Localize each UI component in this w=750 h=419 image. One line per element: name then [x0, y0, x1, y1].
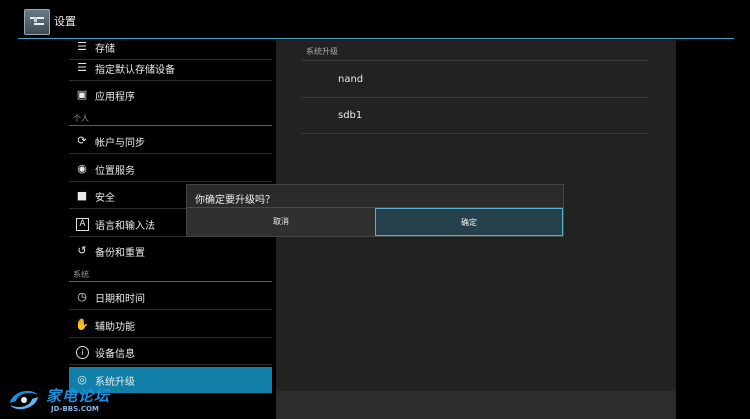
dialog-title: 你确定要升级吗？ [195, 195, 275, 206]
menu-item-accounts[interactable]: ⟳ 帐户与同步 [69, 128, 272, 154]
menu-item-label: 应用程序 [95, 92, 135, 103]
hand-icon: ✋ [75, 318, 89, 331]
section-divider [302, 60, 648, 61]
option-sdb1[interactable]: sdb1 [338, 110, 362, 121]
menu-item-label: 帐户与同步 [95, 138, 145, 149]
menu-item-date-time[interactable]: ◷ 日期和时间 [69, 284, 272, 310]
menu-item-apps[interactable]: ▣ 应用程序 [69, 82, 272, 108]
menu-item-label: 存储 [95, 44, 115, 55]
menu-item-location[interactable]: ◉ 位置服务 [69, 156, 272, 182]
menu-item-about[interactable]: i 设备信息 [69, 339, 272, 365]
storage-icon: ☰ [77, 61, 87, 74]
confirm-button[interactable]: 确定 [375, 208, 563, 236]
list-divider [302, 133, 648, 134]
settings-sliders-icon[interactable] [24, 9, 50, 35]
watermark-url: JD-BBS.COM [51, 405, 99, 413]
section-header-personal: 个人 [73, 114, 89, 123]
menu-item-label: 安全 [95, 193, 115, 204]
menu-item-label: 指定默认存储设备 [95, 65, 175, 76]
menu-item-label: 设备信息 [95, 349, 135, 360]
location-icon: ◉ [77, 162, 87, 175]
lock-icon: ■ [76, 189, 88, 202]
confirm-dialog: 你确定要升级吗？ 取消 确定 [186, 184, 564, 237]
swirl-logo-icon [10, 390, 38, 410]
menu-item-label: 备份和重置 [95, 248, 145, 259]
menu-item-accessibility[interactable]: ✋ 辅助功能 [69, 312, 272, 338]
menu-item-backup[interactable]: ↺ 备份和重置 [69, 238, 272, 264]
watermark-logo: 家电论坛 JD-BBS.COM [6, 385, 126, 417]
detail-footer [276, 391, 676, 419]
info-icon: i [76, 346, 89, 359]
sync-icon: ⟳ [77, 134, 87, 147]
section-header-system: 系统 [73, 270, 89, 279]
watermark-text: 家电论坛 [46, 387, 111, 405]
backup-icon: ↺ [77, 244, 87, 257]
image-icon: ▣ [76, 88, 88, 101]
menu-item-default-storage[interactable]: ☰ 指定默认存储设备 [69, 55, 272, 81]
list-divider [302, 97, 648, 98]
menu-item-label: 语言和输入法 [95, 221, 155, 232]
cancel-button[interactable]: 取消 [187, 208, 375, 236]
cancel-label: 取消 [273, 217, 289, 226]
option-nand[interactable]: nand [338, 74, 363, 85]
section-divider [69, 281, 272, 282]
section-divider [69, 125, 272, 126]
menu-item-label: 辅助功能 [95, 322, 135, 333]
menu-item-label: 位置服务 [95, 166, 135, 177]
keyboard-a-icon: A [76, 218, 89, 231]
confirm-label: 确定 [461, 218, 477, 227]
menu-item-label: 日期和时间 [95, 294, 145, 305]
clock-icon: ◷ [77, 290, 87, 303]
detail-section-title: 系统升级 [306, 47, 338, 56]
storage-icon: ☰ [77, 40, 87, 53]
page-title: 设置 [54, 15, 76, 28]
